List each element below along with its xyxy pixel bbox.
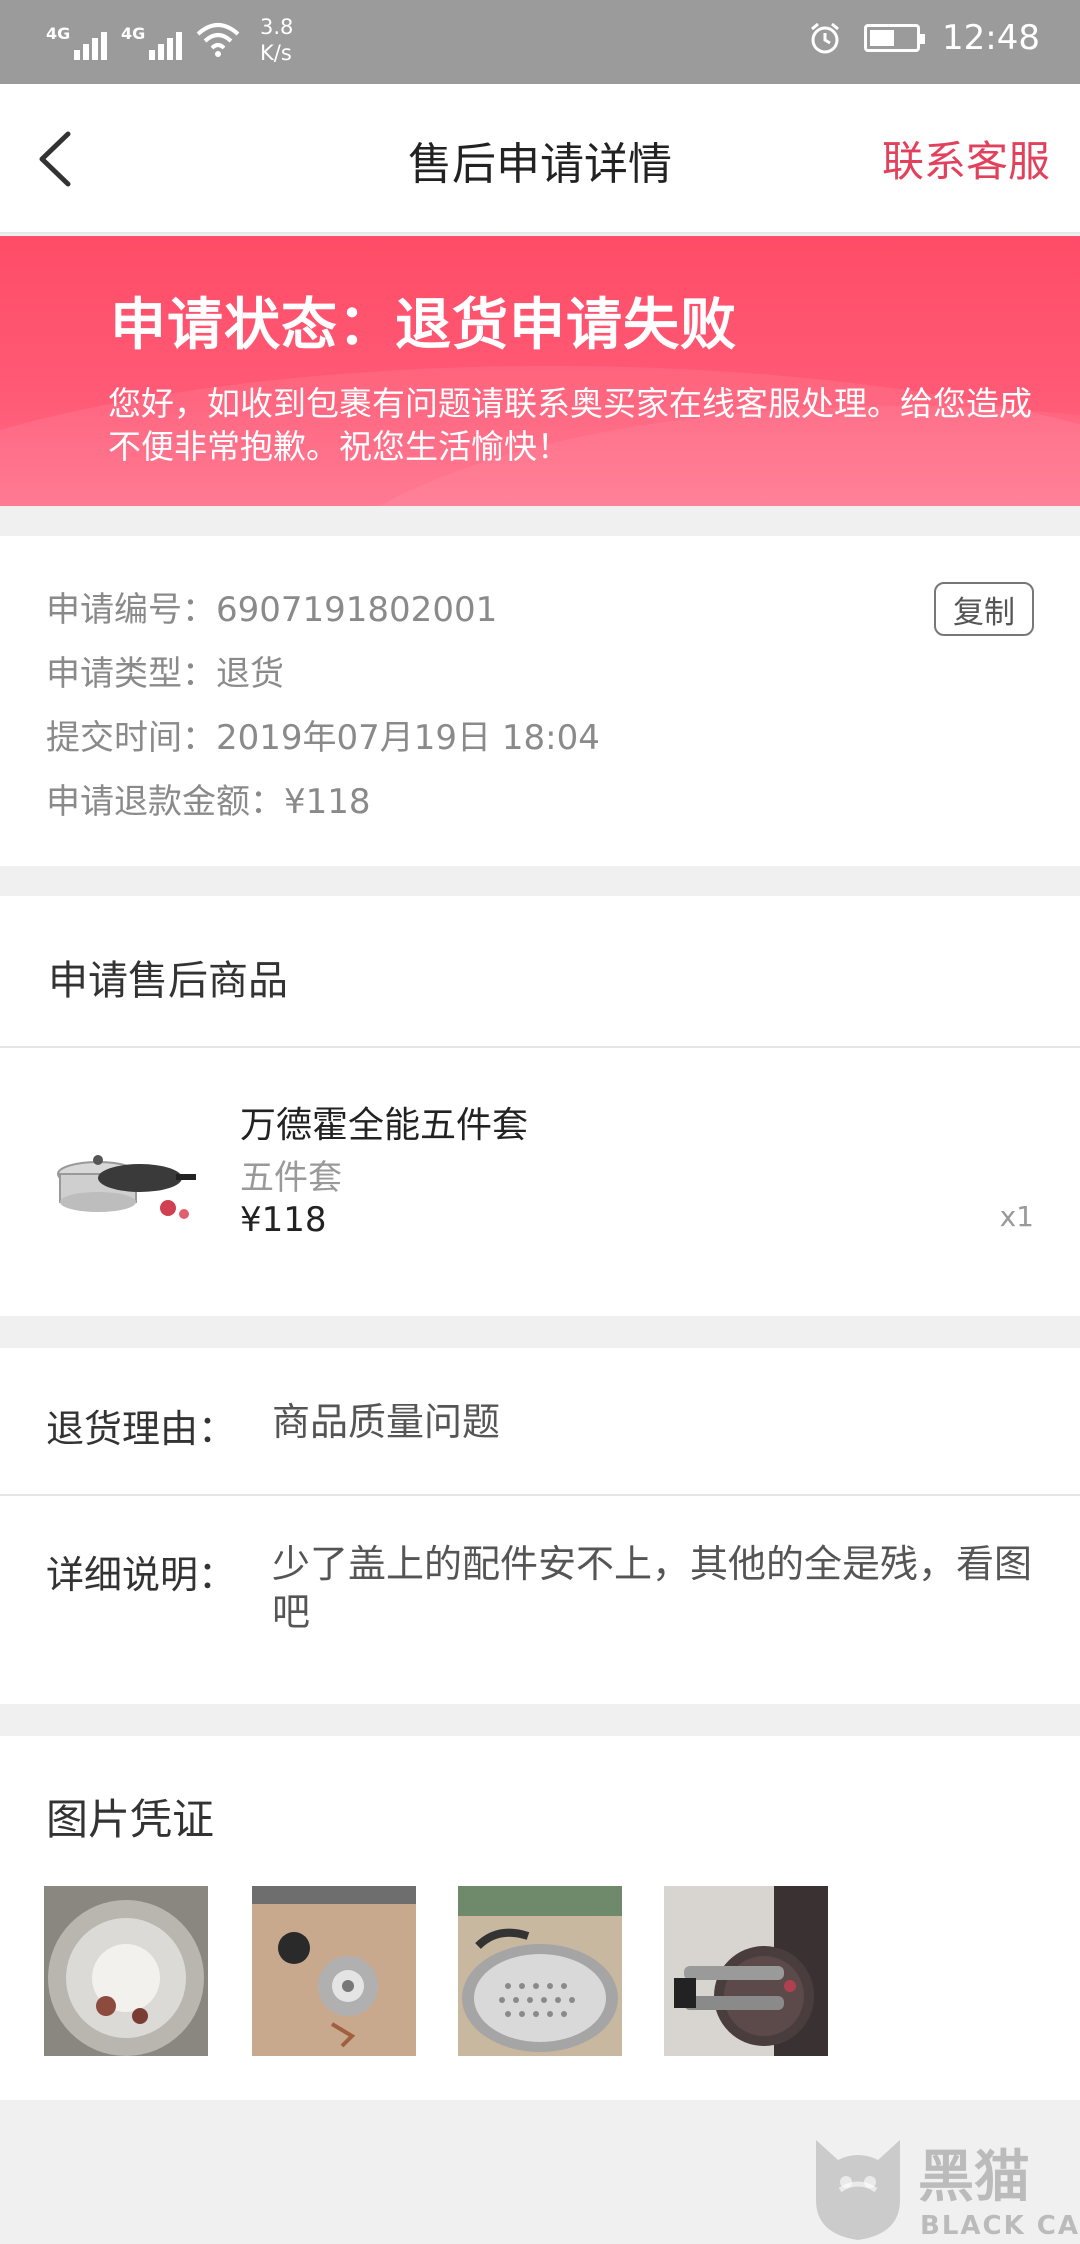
product-price: ¥118 [240,1200,327,1240]
divider [0,1046,1080,1048]
clock: 12:48 [942,18,1040,58]
wifi-icon [196,23,240,57]
signal-icon-2: 4G [121,20,182,60]
network-speed: 3.8 K/s [260,15,294,65]
submit-time: 提交时间：2019年07月19日 18:04 [46,718,600,758]
alarm-icon [811,22,839,54]
divider [0,1494,1080,1496]
return-reason-card: 退货理由： 商品质量问题 详细说明： 少了盖上的配件安不上，其他的全是残，看图吧 [0,1348,1080,1704]
product-quantity: x1 [999,1200,1034,1233]
svg-text:BLACK CAT: BLACK CAT [920,2211,1078,2241]
application-type: 申请类型：退货 [46,654,284,694]
signal-icon: 4G [46,20,107,60]
product-name: 万德霍全能五件套 [240,1105,529,1146]
status-message: 您好，如收到包裹有问题请联系奥买家在线客服处理。给您造成不便非常抱歉。祝您生活愉… [108,384,1032,466]
return-reason-label: 退货理由： [46,1407,237,1451]
copy-button[interactable]: 复制 [934,582,1034,636]
detail-value: 少了盖上的配件安不上，其他的全是残，看图吧 [272,1542,1033,1634]
contact-service-link[interactable]: 联系客服 [882,128,1050,189]
photo-evidence-title: 图片凭证 [46,1795,215,1844]
goods-card: 申请售后商品 [0,896,1080,1316]
return-reason-value: 商品质量问题 [272,1400,501,1444]
evidence-photo-3[interactable] [458,1886,622,2056]
product-spec: 五件套 [240,1158,342,1198]
application-info-card: 申请编号：6907191802001 申请类型：退货 提交时间：2019年07月… [0,536,1080,866]
goods-section-title: 申请售后商品 [48,958,288,1004]
product-thumbnail[interactable] [48,1116,198,1236]
svg-text:黑猫: 黑猫 [918,2145,1030,2210]
status-bar: 4G 4G 3.8 K/s 12:48 [0,0,1080,84]
detail-label: 详细说明： [46,1553,237,1597]
nav-bar: 售后申请详情 联系客服 [0,84,1080,234]
refund-amount: 申请退款金额：¥118 [46,782,371,822]
battery-icon [864,24,926,52]
evidence-photo-2[interactable] [252,1886,416,2056]
status-banner: 申请状态：退货申请失败 您好，如收到包裹有问题请联系奥买家在线客服处理。给您造成… [0,236,1080,506]
evidence-photo-4[interactable] [664,1886,828,2056]
application-number: 申请编号：6907191802001 [46,590,498,630]
black-cat-watermark: 黑猫 BLACK CAT [816,2140,1078,2241]
evidence-photo-1[interactable] [44,1886,208,2056]
application-status: 申请状态：退货申请失败 [110,293,737,358]
